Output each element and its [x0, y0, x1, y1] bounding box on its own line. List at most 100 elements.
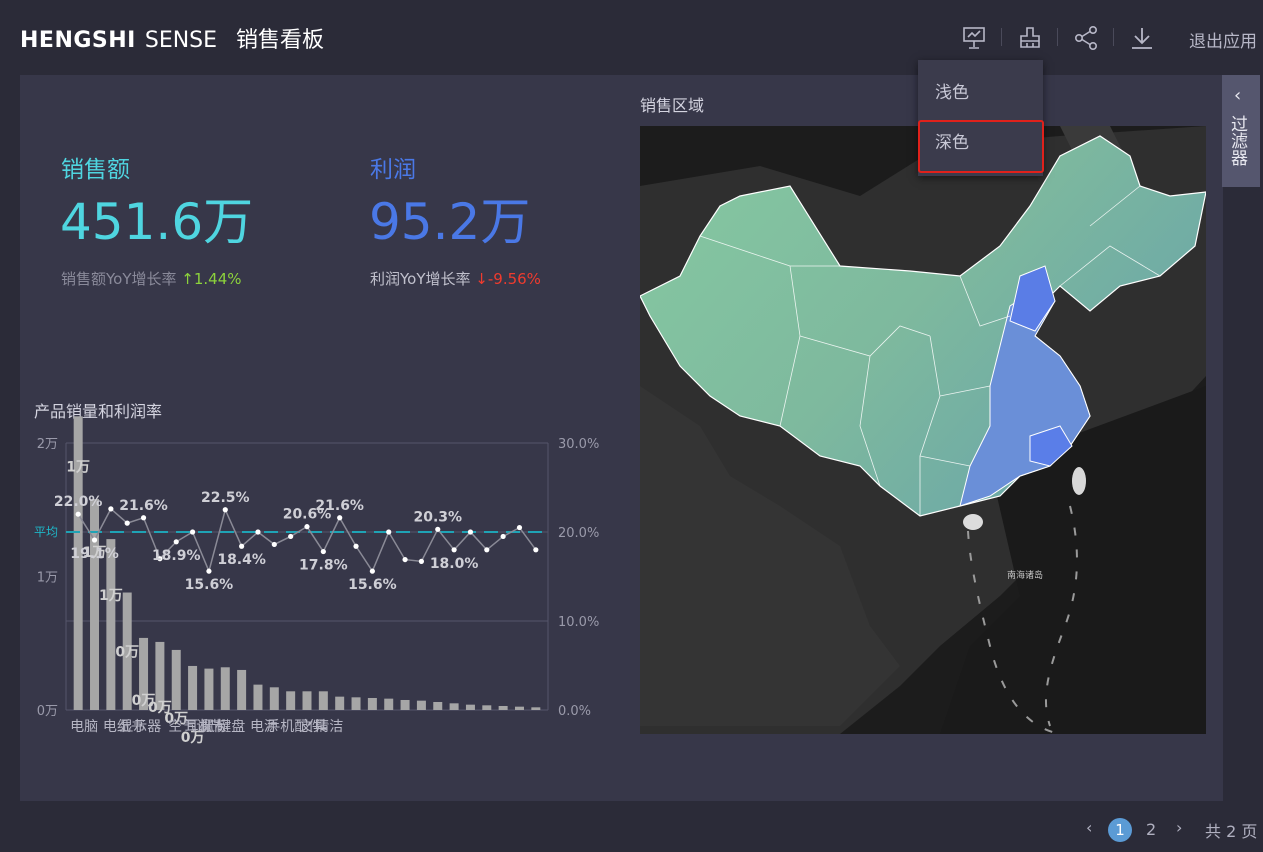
- y-right-tick-label: 0.0%: [558, 704, 591, 719]
- line-point: [402, 556, 408, 563]
- line-data-label: 17.8%: [299, 558, 348, 574]
- bar: [433, 701, 443, 710]
- line-point: [435, 526, 441, 532]
- exit-app-button[interactable]: 退出应用: [1189, 27, 1257, 52]
- bar: [204, 668, 214, 710]
- page-total: 共 2 页: [1205, 822, 1258, 841]
- presentation-icon[interactable]: [958, 22, 990, 54]
- bar: [400, 699, 410, 710]
- line-point: [75, 511, 81, 517]
- line-point: [320, 548, 326, 555]
- toolbar-divider: [1057, 28, 1058, 46]
- line-point: [173, 539, 179, 545]
- download-icon[interactable]: [1126, 22, 1158, 54]
- line-data-label: 22.5%: [201, 490, 250, 506]
- line-point: [271, 541, 277, 548]
- bar: [351, 697, 361, 710]
- x-tick-label: 显示器: [119, 719, 161, 735]
- bar: [465, 704, 475, 710]
- line-data-label: 20.3%: [413, 509, 462, 525]
- bar: [302, 691, 312, 710]
- line-point: [255, 529, 261, 535]
- line-data-label: 22.0%: [54, 494, 103, 510]
- toolbar-divider: [1001, 28, 1002, 46]
- bar: [253, 684, 263, 710]
- highlight-box: [918, 120, 1044, 173]
- bar-data-label: 1万: [99, 588, 123, 604]
- x-tick-label: 清洁: [315, 719, 343, 735]
- bar: [220, 667, 230, 710]
- line-point: [369, 568, 375, 574]
- line-point: [91, 537, 98, 543]
- share-icon[interactable]: [1070, 22, 1102, 54]
- bar: [237, 669, 247, 710]
- prev-page-button[interactable]: ‹: [1086, 818, 1092, 837]
- bar: [90, 499, 100, 710]
- line-point: [337, 515, 343, 521]
- bar: [482, 705, 492, 710]
- product-chart[interactable]: 0万1万2万0.0%10.0%20.0%30.0%1万1万1万0万0万0万0万0…: [0, 0, 640, 760]
- line-data-label: 21.6%: [119, 498, 168, 514]
- line-point: [500, 533, 506, 540]
- line-point: [222, 507, 228, 513]
- line-data-label: 21.6%: [315, 498, 364, 514]
- y-left-tick-label: 2万: [37, 437, 58, 452]
- chevron-left-icon: ‹: [1234, 85, 1242, 106]
- bar: [449, 703, 459, 710]
- line-point: [467, 529, 474, 535]
- brush-icon[interactable]: [1014, 22, 1046, 54]
- y-right-tick-label: 30.0%: [558, 437, 599, 452]
- bar: [367, 697, 377, 710]
- line-point: [239, 543, 245, 549]
- bar: [171, 649, 181, 710]
- line-data-label: 18.0%: [430, 556, 479, 572]
- filter-panel-toggle[interactable]: ‹ 过滤器: [1222, 75, 1260, 187]
- line-data-label: 19.1%: [70, 546, 119, 562]
- bar: [498, 705, 508, 710]
- line-point: [386, 529, 392, 535]
- line-point: [124, 520, 130, 526]
- line-point: [140, 515, 147, 521]
- line-point: [304, 524, 310, 530]
- line-point: [353, 543, 359, 549]
- page-1-button[interactable]: 1: [1108, 818, 1132, 842]
- line-point: [288, 533, 294, 540]
- bar-data-label: 1万: [66, 459, 90, 475]
- line-data-label: 18.9%: [152, 548, 201, 564]
- x-tick-label: 键盘: [217, 718, 245, 735]
- theme-light-option[interactable]: 浅色: [918, 71, 1043, 115]
- line-point: [451, 547, 457, 553]
- line-point: [484, 547, 490, 553]
- bar: [269, 687, 279, 710]
- hainan-island: [963, 514, 983, 530]
- sales-region-map[interactable]: 南海诸岛: [640, 126, 1206, 734]
- line-data-label: 18.4%: [217, 552, 266, 568]
- y-left-tick-label: 0万: [37, 704, 58, 719]
- bar: [286, 691, 296, 710]
- taiwan-island: [1072, 467, 1086, 495]
- y-right-tick-label: 10.0%: [558, 615, 599, 630]
- line-data-label: 15.6%: [348, 577, 397, 593]
- sea-label: 南海诸岛: [1007, 569, 1043, 581]
- line-data-label: 15.6%: [185, 577, 234, 593]
- x-tick-label: 电脑: [70, 719, 98, 735]
- toolbar-divider: [1113, 28, 1114, 46]
- next-page-button[interactable]: ›: [1176, 818, 1182, 837]
- filter-label: 过滤器: [1227, 115, 1247, 166]
- line-point: [206, 568, 212, 574]
- bar: [188, 665, 198, 710]
- bar: [384, 698, 394, 710]
- bar: [318, 691, 328, 710]
- page-2-button[interactable]: 2: [1146, 820, 1156, 839]
- bar-data-label: 0万: [115, 645, 139, 661]
- bar: [335, 696, 345, 710]
- reference-label: 平均: [34, 525, 58, 539]
- line-point: [108, 506, 114, 512]
- line-point: [189, 529, 196, 535]
- line-point: [418, 558, 425, 564]
- map-title: 销售区域: [640, 96, 705, 115]
- line-point: [516, 524, 523, 531]
- bar: [106, 539, 116, 710]
- bar: [514, 706, 524, 710]
- bar: [531, 707, 541, 710]
